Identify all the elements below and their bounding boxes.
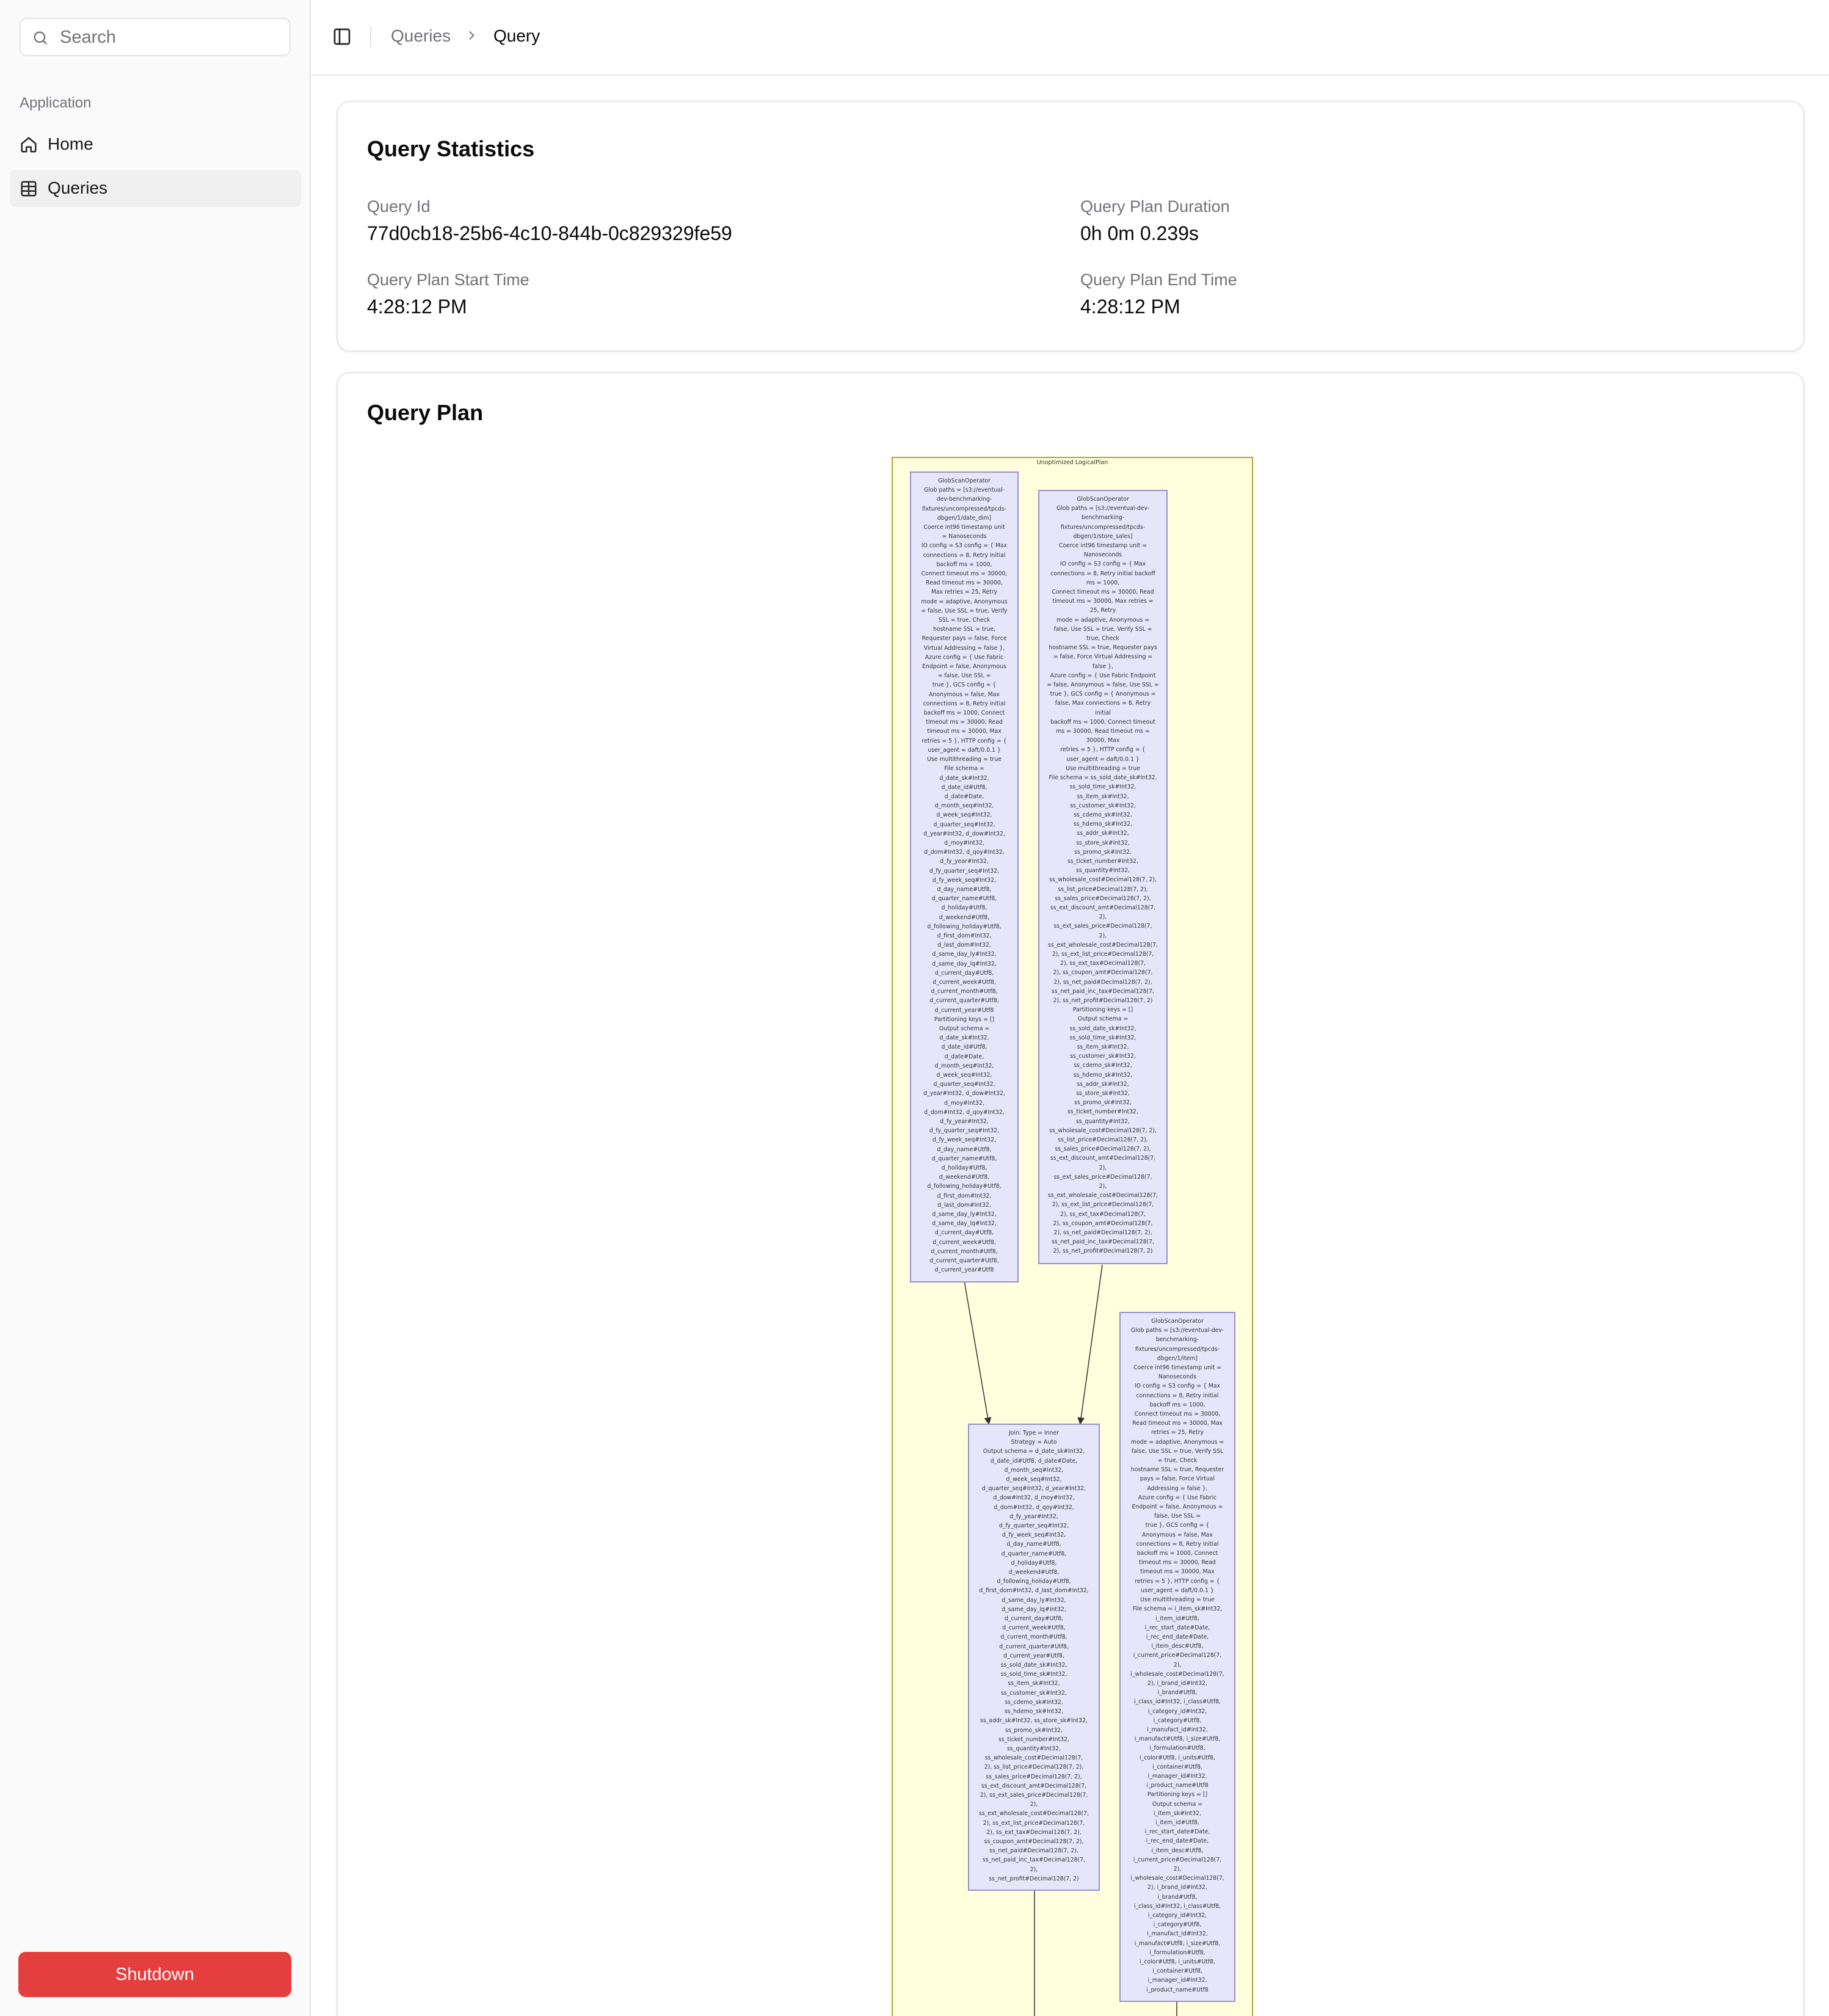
- chevron-right-icon: [469, 31, 475, 40]
- search-icon: [34, 31, 47, 45]
- plan-node-scan-store-sales[interactable]: GlobScanOperator Glob paths = [s3://even…: [1038, 490, 1168, 1264]
- query-id-label: Query Id: [367, 197, 431, 216]
- query-plan-card: Query Plan Unoptimized LogicalPlan GlobS…: [336, 372, 1805, 2016]
- query-plan-duration-value: 0h 0m 0.239s: [1080, 222, 1199, 244]
- top-header: Queries Query: [311, 0, 1829, 76]
- plan-node-scan-date-dim[interactable]: GlobScanOperator Glob paths = [s3://even…: [910, 471, 1019, 1283]
- home-icon: [21, 137, 37, 153]
- search-input[interactable]: [60, 24, 280, 51]
- table-icon: [21, 181, 37, 197]
- query-plan-end-time-value: 4:28:12 PM: [1080, 296, 1180, 318]
- query-plan-duration-label: Query Plan Duration: [1080, 197, 1230, 216]
- header-divider: [370, 26, 371, 48]
- sidebar-group-label: Application: [20, 95, 92, 111]
- query-statistics-card: Query Statistics Query Id 77d0cb18-25b6-…: [336, 101, 1805, 352]
- query-plan-end-time-label: Query Plan End Time: [1080, 271, 1237, 289]
- plan-edge: [1077, 1264, 1103, 1425]
- sidebar-item-label: Home: [48, 134, 93, 153]
- plan-node-join[interactable]: Join: Type = Inner Strategy = Auto Outpu…: [968, 1424, 1100, 1891]
- plan-node-scan-item[interactable]: GlobScanOperator Glob paths = [s3://even…: [1119, 1312, 1235, 2002]
- sidebar: Application Home Queries Shutdown: [0, 0, 311, 2016]
- breadcrumb-queries-link[interactable]: Queries: [391, 26, 451, 46]
- plan-edge: [964, 1280, 992, 1425]
- sidebar-item-queries[interactable]: Queries: [10, 170, 301, 207]
- shutdown-button[interactable]: Shutdown: [18, 1952, 291, 1997]
- query-plan-start-time-value: 4:28:12 PM: [367, 296, 467, 318]
- sidebar-toggle-icon[interactable]: [332, 27, 352, 46]
- search-box[interactable]: [20, 18, 291, 56]
- query-id-value: 77d0cb18-25b6-4c10-844b-0c829329fe59: [367, 222, 732, 244]
- breadcrumb-current-page: Query: [493, 26, 540, 45]
- sidebar-item-label: Queries: [48, 178, 108, 197]
- query-statistics-title: Query Statistics: [367, 136, 535, 161]
- query-plan-start-time-label: Query Plan Start Time: [367, 271, 529, 289]
- sidebar-item-home[interactable]: Home: [10, 126, 301, 163]
